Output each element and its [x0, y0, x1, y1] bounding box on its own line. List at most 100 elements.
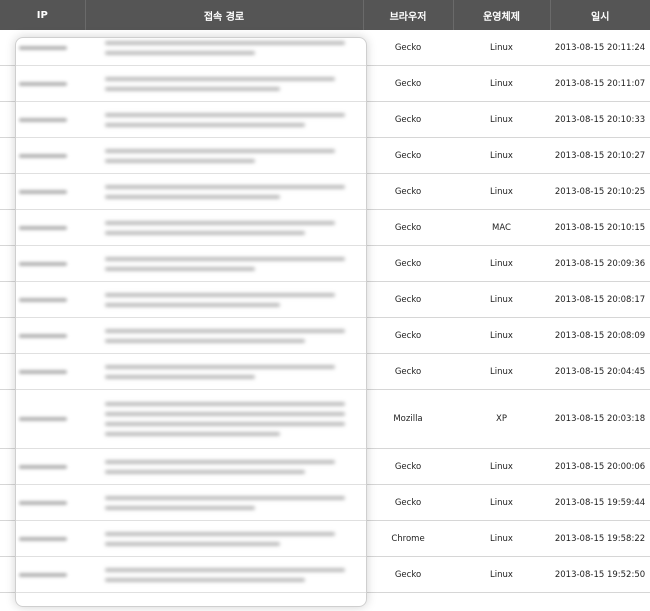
redacted-ip-mark: [18, 225, 67, 230]
redacted-path-line: [105, 469, 305, 474]
cell-date: 2013-08-15 20:04:45: [550, 353, 650, 390]
cell-date: 2013-08-15 20:11:07: [550, 65, 650, 102]
table-row[interactable]: Gecko Linux 2013-08-15 20:10:25: [0, 173, 650, 210]
cell-browser: Gecko: [363, 101, 453, 138]
redacted-path-line: [105, 577, 305, 582]
cell-browser: Gecko: [363, 353, 453, 390]
cell-os: Linux: [453, 173, 550, 210]
cell-os: Linux: [453, 65, 550, 102]
redacted-path-line: [105, 432, 280, 436]
cell-ip-redacted: [0, 520, 85, 557]
column-header-ip[interactable]: IP: [0, 0, 86, 30]
cell-ip-redacted: [0, 556, 85, 593]
cell-date: 2013-08-15 20:10:15: [550, 209, 650, 246]
cell-path-redacted: [85, 173, 363, 210]
table-row[interactable]: Gecko Linux 2013-08-15 19:59:44: [0, 484, 650, 521]
table-row[interactable]: Gecko Linux 2013-08-15 20:10:33: [0, 101, 650, 138]
table-row[interactable]: Gecko Linux 2013-08-15 20:04:45: [0, 353, 650, 390]
redacted-ip-mark: [18, 45, 67, 50]
access-log-table: IP 접속 경로 브라우저 운영체제 일시 Gecko Linux 2013-08-…: [0, 0, 650, 593]
redacted-path-line: [105, 374, 255, 379]
redacted-path-line: [105, 76, 335, 81]
table-row[interactable]: Gecko Linux 2013-08-15 20:10:27: [0, 137, 650, 174]
column-header-path[interactable]: 접속 경로: [85, 0, 364, 30]
redacted-path-line: [105, 541, 280, 546]
redacted-path-line: [105, 402, 345, 406]
cell-date: 2013-08-15 20:08:09: [550, 317, 650, 354]
redacted-path-line: [105, 328, 345, 333]
redacted-path-line: [105, 364, 335, 369]
table-row[interactable]: Gecko MAC 2013-08-15 20:10:15: [0, 209, 650, 246]
redacted-ip-mark: [18, 369, 67, 374]
cell-ip-redacted: [0, 137, 85, 174]
table-row[interactable]: Gecko Linux 2013-08-15 20:11:07: [0, 65, 650, 102]
table-row[interactable]: Gecko Linux 2013-08-15 20:09:36: [0, 245, 650, 282]
redacted-ip-mark: [18, 500, 67, 505]
redacted-path-line: [105, 459, 335, 464]
table-row[interactable]: Gecko Linux 2013-08-15 20:11:24: [0, 30, 650, 66]
cell-browser: Chrome: [363, 520, 453, 557]
cell-ip-redacted: [0, 281, 85, 318]
cell-os: Linux: [453, 245, 550, 282]
redacted-ip-mark: [18, 417, 67, 421]
redacted-path-line: [105, 40, 345, 45]
cell-path-redacted: [85, 353, 363, 390]
table-row[interactable]: Mozilla XP 2013-08-15 20:03:18: [0, 389, 650, 449]
cell-os: Linux: [453, 137, 550, 174]
cell-browser: Gecko: [363, 245, 453, 282]
cell-os: Linux: [453, 101, 550, 138]
cell-ip-redacted: [0, 245, 85, 282]
table-row[interactable]: Gecko Linux 2013-08-15 20:08:09: [0, 317, 650, 354]
cell-os: Linux: [453, 520, 550, 557]
redacted-ip-mark: [18, 189, 67, 194]
cell-ip-redacted: [0, 209, 85, 246]
redacted-path-line: [105, 505, 255, 510]
table-row[interactable]: Chrome Linux 2013-08-15 19:58:22: [0, 520, 650, 557]
redacted-path-line: [105, 266, 255, 271]
cell-os: MAC: [453, 209, 550, 246]
cell-date: 2013-08-15 19:52:50: [550, 556, 650, 593]
access-log-panel: IP 접속 경로 브라우저 운영체제 일시 Gecko Linux 2013-08-…: [0, 0, 650, 611]
cell-path-redacted: [85, 448, 363, 485]
cell-browser: Gecko: [363, 173, 453, 210]
cell-ip-redacted: [0, 448, 85, 485]
redacted-path-line: [105, 86, 280, 91]
table-row[interactable]: Gecko Linux 2013-08-15 20:00:06: [0, 448, 650, 485]
cell-browser: Gecko: [363, 209, 453, 246]
cell-browser: Gecko: [363, 556, 453, 593]
column-header-browser[interactable]: 브라우저: [363, 0, 454, 30]
cell-path-redacted: [85, 281, 363, 318]
redacted-ip-mark: [18, 536, 67, 541]
cell-os: Linux: [453, 30, 550, 66]
redacted-path-line: [105, 292, 335, 297]
cell-date: 2013-08-15 20:09:36: [550, 245, 650, 282]
column-header-os[interactable]: 운영체제: [453, 0, 551, 30]
redacted-path-line: [105, 495, 345, 500]
cell-ip-redacted: [0, 65, 85, 102]
cell-ip-redacted: [0, 353, 85, 390]
cell-os: Linux: [453, 448, 550, 485]
redacted-ip-mark: [18, 261, 67, 266]
redacted-path-line: [105, 567, 345, 572]
redacted-path-line: [105, 302, 280, 307]
redacted-ip-mark: [18, 464, 67, 469]
table-row[interactable]: Gecko Linux 2013-08-15 19:52:50: [0, 556, 650, 593]
cell-browser: Gecko: [363, 30, 453, 66]
cell-date: 2013-08-15 20:08:17: [550, 281, 650, 318]
redacted-path-line: [105, 220, 335, 225]
cell-path-redacted: [85, 209, 363, 246]
cell-ip-redacted: [0, 30, 85, 66]
cell-ip-redacted: [0, 173, 85, 210]
cell-date: 2013-08-15 20:10:25: [550, 173, 650, 210]
redacted-path-line: [105, 412, 345, 416]
redacted-path-line: [105, 422, 345, 426]
cell-os: Linux: [453, 484, 550, 521]
column-header-date[interactable]: 일시: [550, 0, 650, 30]
cell-ip-redacted: [0, 389, 85, 449]
cell-path-redacted: [85, 30, 363, 66]
table-header-row: IP 접속 경로 브라우저 운영체제 일시: [0, 0, 650, 30]
table-row[interactable]: Gecko Linux 2013-08-15 20:08:17: [0, 281, 650, 318]
cell-date: 2013-08-15 19:58:22: [550, 520, 650, 557]
cell-date: 2013-08-15 20:11:24: [550, 30, 650, 66]
cell-ip-redacted: [0, 484, 85, 521]
